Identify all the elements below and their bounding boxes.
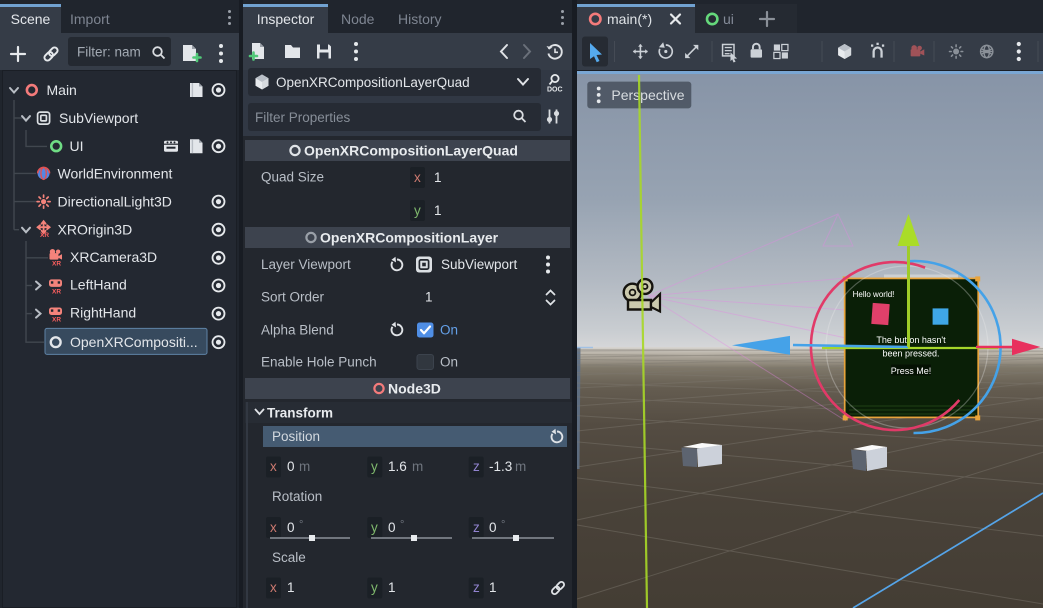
svg-text:1: 1: [425, 290, 433, 305]
svg-text:0: 0: [287, 520, 295, 535]
svg-text:The button hasn't: The button hasn't: [876, 335, 946, 345]
svg-text:z: z: [473, 580, 480, 595]
svg-text:y: y: [371, 580, 378, 595]
svg-text:Transform: Transform: [267, 406, 333, 421]
svg-text:m: m: [515, 459, 526, 474]
svg-text:Perspective: Perspective: [611, 87, 684, 103]
svg-text:0: 0: [287, 459, 295, 474]
svg-text:Layer Viewport: Layer Viewport: [261, 257, 351, 272]
svg-text:On: On: [440, 323, 458, 338]
svg-text:Hello world!: Hello world!: [853, 290, 895, 299]
svg-text:ui: ui: [723, 11, 734, 27]
svg-text:Enable Hole Punch: Enable Hole Punch: [261, 355, 377, 370]
svg-text:Position: Position: [272, 429, 320, 444]
svg-text:DOC: DOC: [547, 87, 563, 94]
svg-text:RightHand: RightHand: [70, 305, 136, 321]
svg-text:Main: Main: [47, 82, 77, 98]
svg-text:1: 1: [388, 580, 396, 595]
svg-text:x: x: [270, 580, 277, 595]
svg-text:-1.3: -1.3: [489, 459, 512, 474]
svg-text:1: 1: [434, 170, 442, 185]
svg-text:OpenXRCompositionLayer: OpenXRCompositionLayer: [320, 230, 499, 246]
svg-text:Filter: nam: Filter: nam: [77, 45, 141, 60]
svg-text:y: y: [371, 520, 378, 535]
svg-text:OpenXRCompositionLayerQuad: OpenXRCompositionLayerQuad: [304, 143, 518, 159]
svg-text:x: x: [414, 170, 421, 185]
svg-text:WorldEnvironment: WorldEnvironment: [58, 165, 173, 181]
svg-text:m: m: [412, 459, 423, 474]
svg-text:x: x: [270, 520, 277, 535]
svg-text:been pressed.: been pressed.: [882, 349, 939, 359]
svg-text:y: y: [414, 203, 421, 218]
svg-text:°: °: [400, 519, 404, 531]
svg-text:Alpha Blend: Alpha Blend: [261, 323, 334, 338]
svg-text:z: z: [473, 459, 480, 474]
svg-text:OpenXRCompositionLayerQuad: OpenXRCompositionLayerQuad: [276, 75, 470, 90]
svg-text:OpenXRCompositi...: OpenXRCompositi...: [70, 334, 198, 350]
svg-text:x: x: [270, 459, 277, 474]
svg-text:main(*): main(*): [607, 11, 652, 27]
svg-text:UI: UI: [70, 138, 84, 154]
svg-text:°: °: [299, 519, 303, 531]
svg-text:°: °: [501, 519, 505, 531]
svg-text:Sort Order: Sort Order: [261, 290, 325, 305]
svg-text:Press Me!: Press Me!: [891, 366, 932, 376]
svg-text:LeftHand: LeftHand: [70, 277, 127, 293]
svg-text:1.6: 1.6: [388, 459, 407, 474]
svg-text:y: y: [371, 459, 378, 474]
svg-text:On: On: [440, 355, 458, 370]
svg-text:XROrigin3D: XROrigin3D: [58, 222, 133, 238]
svg-text:Rotation: Rotation: [272, 489, 322, 504]
svg-text:XRCamera3D: XRCamera3D: [70, 249, 157, 265]
svg-text:Scale: Scale: [272, 550, 306, 565]
svg-text:z: z: [473, 520, 480, 535]
svg-text:1: 1: [287, 580, 295, 595]
svg-text:Node3D: Node3D: [388, 381, 441, 397]
svg-text:0: 0: [388, 520, 396, 535]
svg-text:SubViewport: SubViewport: [59, 110, 138, 126]
svg-text:1: 1: [434, 203, 442, 218]
svg-text:Filter Properties: Filter Properties: [255, 110, 351, 125]
svg-text:0: 0: [489, 520, 497, 535]
svg-text:Quad Size: Quad Size: [261, 170, 324, 185]
svg-text:m: m: [299, 459, 310, 474]
svg-text:1: 1: [489, 580, 497, 595]
svg-text:SubViewport: SubViewport: [441, 257, 518, 272]
svg-text:DirectionalLight3D: DirectionalLight3D: [58, 194, 172, 210]
